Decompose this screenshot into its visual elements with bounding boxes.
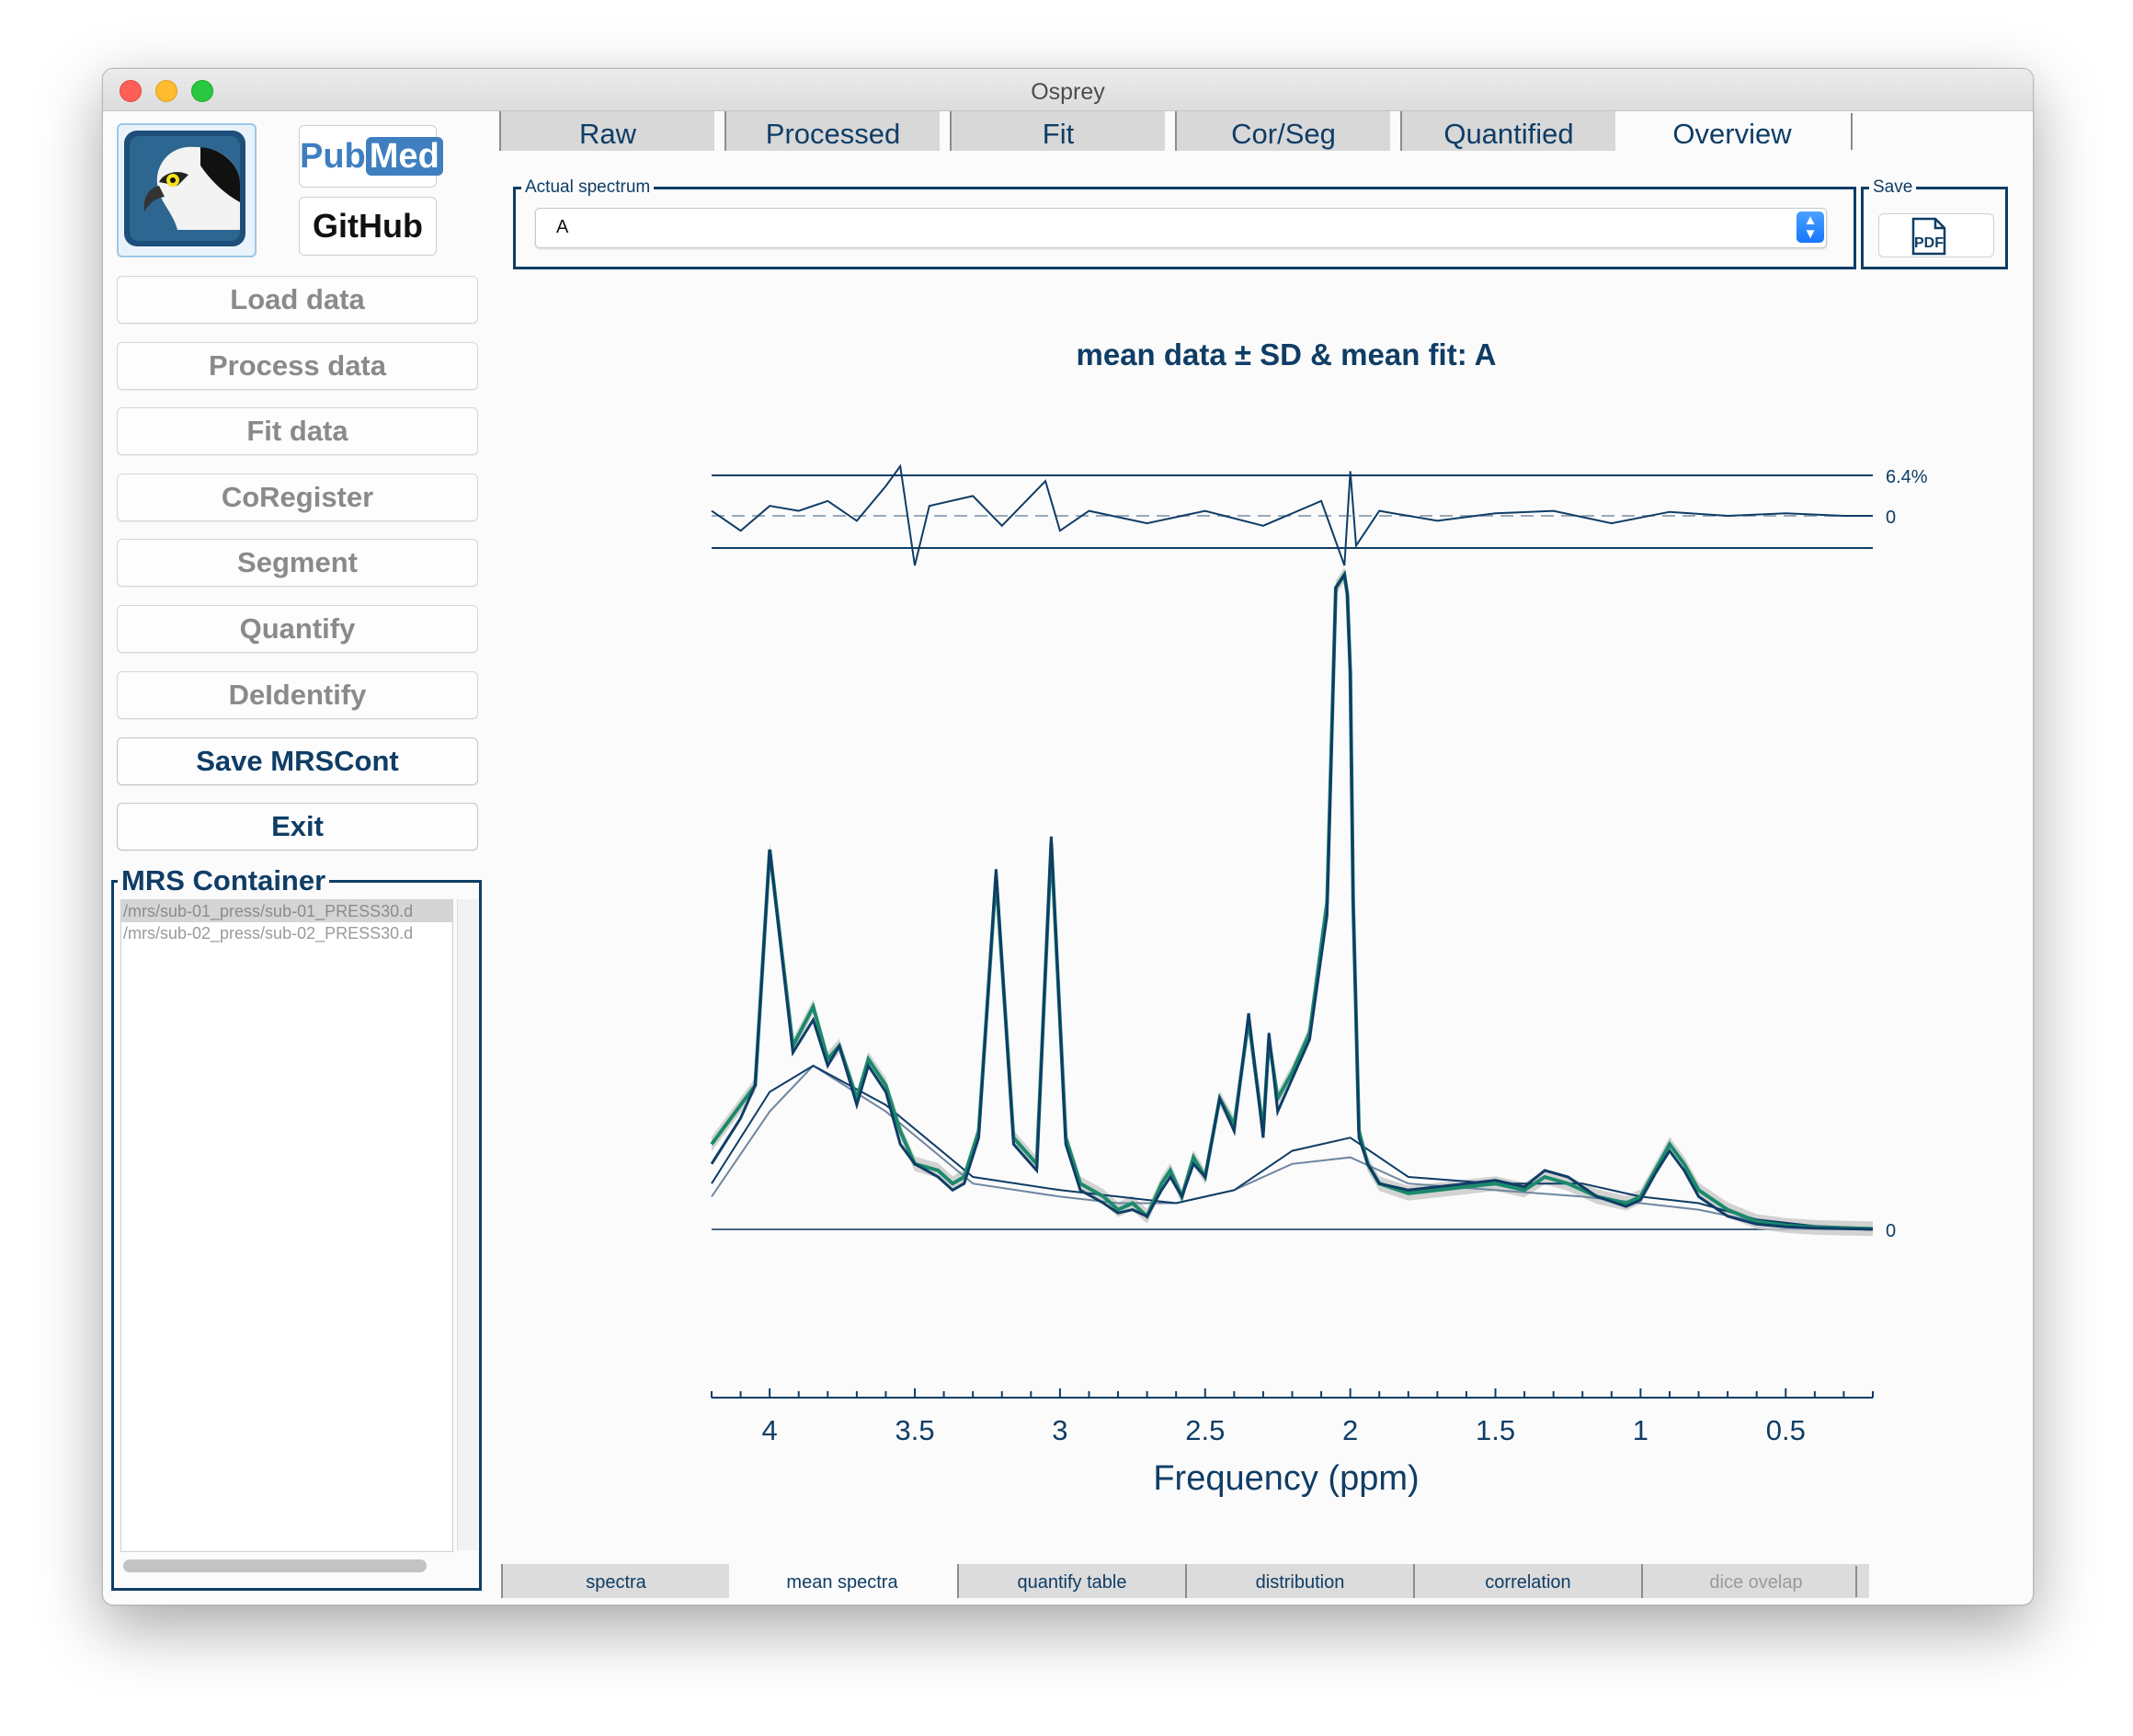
residual-max-label: 6.4%: [1886, 467, 1928, 487]
x-tick-label: 1: [1633, 1414, 1648, 1446]
tab-distribution[interactable]: distribution: [1185, 1564, 1413, 1598]
bottom-tab-divider: [1855, 1566, 1857, 1597]
mean-fit-line: [710, 570, 1874, 1231]
zero-label: 0: [1886, 1221, 1896, 1241]
x-axis: 4 3.5 3 2.5 2 1.5 1 0.5: [711, 1388, 1874, 1446]
residual-zero-label: 0: [1886, 508, 1896, 528]
x-tick-label: 3.5: [895, 1414, 934, 1446]
chart-title: mean data ± SD & mean fit: A: [1077, 337, 1497, 371]
x-tick-label: 2: [1342, 1414, 1358, 1446]
mean-spectra-chart: mean data ± SD & mean fit: A 6.4% 0 0 4 3.…: [710, 337, 1928, 1498]
tab-spectra[interactable]: spectra: [501, 1564, 729, 1598]
x-axis-label: Frequency (ppm): [1153, 1459, 1419, 1498]
tab-quantify-table[interactable]: quantify table: [957, 1564, 1185, 1598]
tab-dice-overlap[interactable]: dice ovelap: [1641, 1564, 1869, 1598]
residual-frame: 6.4% 0: [711, 463, 1928, 566]
x-tick-label: 3: [1052, 1414, 1067, 1446]
osprey-window: Osprey Pub Med GitHub Load data Process d…: [102, 68, 2034, 1605]
mean-data-line: [710, 569, 1874, 1231]
tab-correlation[interactable]: correlation: [1413, 1564, 1641, 1598]
plot-layer: 0: [710, 567, 1896, 1241]
sd-band: [712, 567, 1873, 1237]
x-tick-label: 1.5: [1476, 1414, 1515, 1446]
x-tick-label: 0.5: [1766, 1414, 1806, 1446]
x-tick-label: 4: [762, 1414, 778, 1446]
x-tick-label: 2.5: [1185, 1414, 1225, 1446]
tab-mean-spectra[interactable]: mean spectra: [729, 1564, 955, 1598]
